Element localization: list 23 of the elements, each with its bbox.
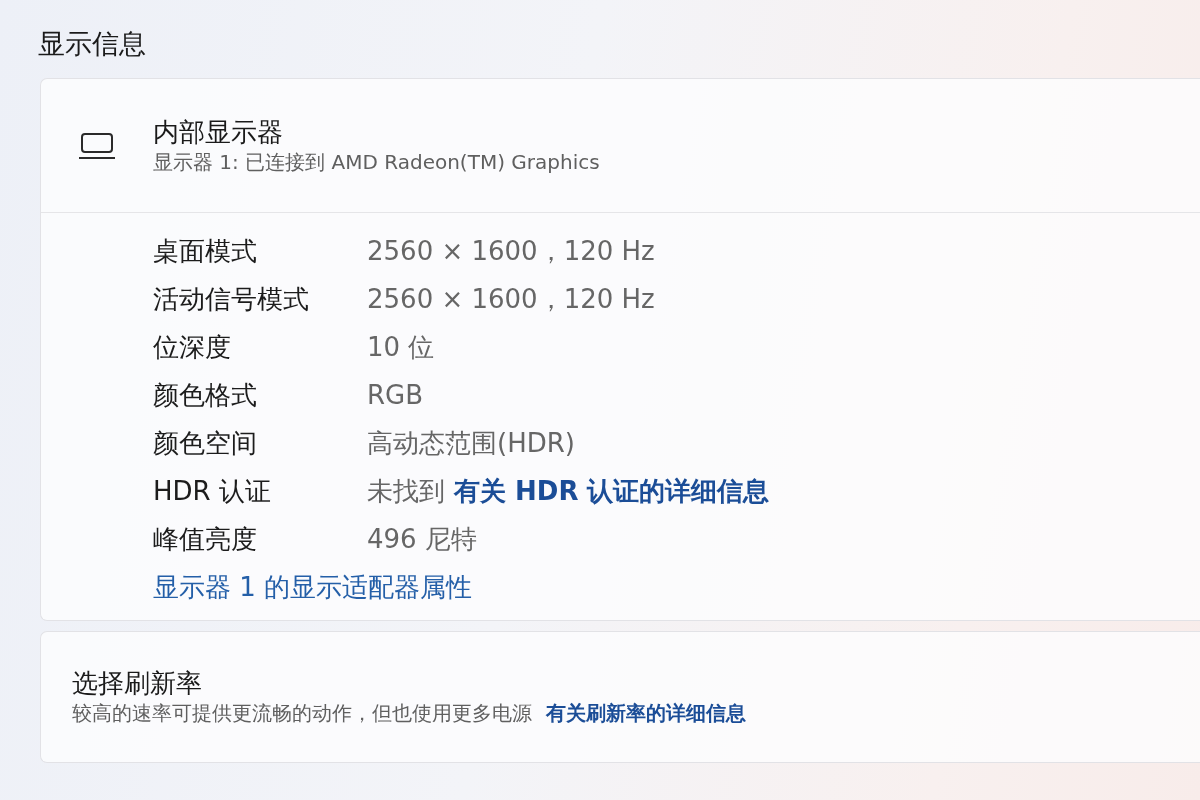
adapter-properties-link[interactable]: 显示器 1 的显示适配器属性 [153, 571, 473, 603]
display-description: 显示器 1: 已连接到 AMD Radeon(TM) Graphics [153, 148, 600, 176]
property-value: 高动态范围(HDR) [367, 427, 575, 459]
refresh-rate-title: 选择刷新率 [72, 667, 202, 699]
property-label: 位深度 [153, 332, 231, 362]
property-label: 活动信号模式 [153, 284, 309, 314]
property-label: HDR 认证 [153, 476, 271, 506]
property-value: 2560 × 1600，120 Hz [367, 235, 655, 267]
display-name: 内部显示器 [153, 115, 283, 148]
laptop-icon [79, 132, 115, 159]
refresh-rate-info-link[interactable]: 有关刷新率的详细信息 [546, 699, 746, 727]
property-label: 颜色格式 [153, 380, 257, 410]
section-heading: 显示信息 [38, 29, 146, 59]
property-value: RGB [367, 379, 424, 411]
refresh-rate-description: 较高的速率可提供更流畅的动作，但也使用更多电源 [72, 700, 532, 727]
property-label: 颜色空间 [153, 428, 257, 458]
property-value: 496 尼特 [367, 523, 477, 555]
property-label: 桌面模式 [153, 236, 257, 266]
property-value: 2560 × 1600，120 Hz [367, 283, 655, 315]
property-value: 10 位 [367, 331, 435, 363]
property-value: 未找到 [367, 475, 445, 507]
property-label: 峰值亮度 [153, 524, 257, 554]
info-link[interactable]: 有关 HDR 认证的详细信息 [454, 475, 770, 507]
